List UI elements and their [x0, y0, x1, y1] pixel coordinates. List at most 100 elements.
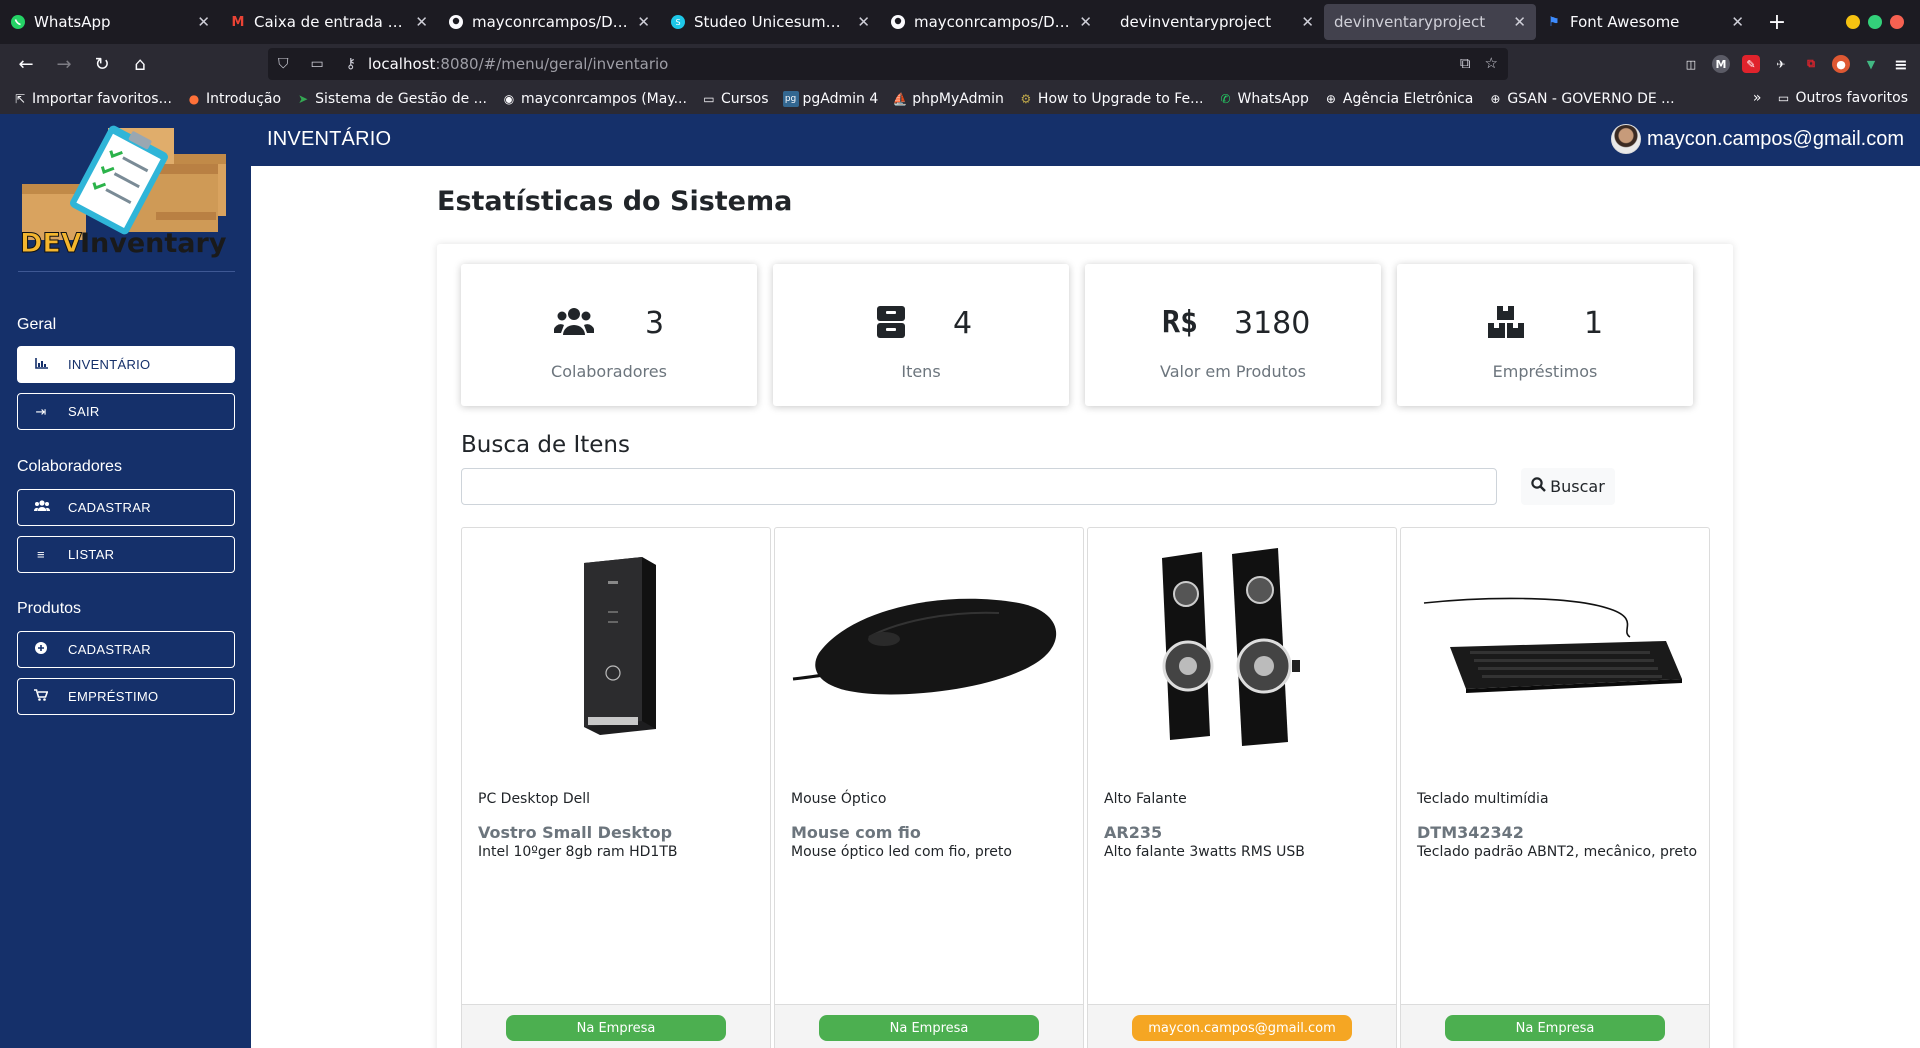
search-input[interactable] — [461, 468, 1497, 505]
vue-devtools-icon[interactable]: ▼ — [1862, 55, 1880, 73]
item-description: Intel 10ºger 8gb ram HD1TB — [478, 844, 678, 860]
minimize-button[interactable] — [1846, 15, 1860, 29]
chevron-double-right-icon[interactable]: » — [1753, 90, 1762, 106]
close-icon[interactable]: ✕ — [1731, 13, 1744, 31]
mouse-image — [785, 546, 1073, 746]
item-card[interactable]: Alto Falante AR235 Alto falante 3watts R… — [1087, 527, 1397, 1048]
app-header: INVENTÁRIO maycon.campos@gmail.com — [0, 114, 1920, 166]
page-icon: ▭ — [310, 56, 324, 72]
arrow-icon: ➤ — [298, 92, 309, 106]
users-icon — [33, 500, 51, 515]
github-icon: ◉ — [503, 92, 515, 106]
bookmark[interactable]: ➤ Sistema de Gestão de ... — [295, 91, 487, 107]
logo-text-dev: DEV — [20, 228, 82, 259]
stat-value: 3180 — [1234, 306, 1311, 341]
status-badge: Na Empresa — [1445, 1015, 1665, 1041]
reload-icon[interactable]: ↻ — [84, 48, 120, 80]
item-card[interactable]: Teclado multimídia DTM342342 Teclado pad… — [1400, 527, 1710, 1048]
bookmark[interactable]: ⛵ phpMyAdmin — [892, 91, 1004, 107]
bookmark[interactable]: ▭ Cursos — [701, 91, 768, 107]
sidebar-item-cadastrar-colaborador[interactable]: CADASTRAR — [17, 489, 235, 526]
bookmark[interactable]: ● Introdução — [186, 91, 281, 107]
item-card-footer: Na Empresa — [1401, 1004, 1709, 1048]
sidebar-section-colaboradores: Colaboradores — [17, 458, 122, 475]
browser-tab[interactable]: WhatsApp ✕ — [0, 0, 220, 44]
pocket-icon[interactable]: ◫ — [1682, 55, 1700, 73]
translate-icon[interactable]: ⧉ — [1460, 54, 1471, 72]
close-icon[interactable]: ✕ — [857, 13, 870, 31]
bookmark[interactable]: ◉ mayconrcampos (May... — [501, 91, 687, 107]
close-window-button[interactable] — [1890, 15, 1904, 29]
other-bookmarks[interactable]: ▭ Outros favoritos — [1776, 90, 1908, 106]
item-category: PC Desktop Dell — [478, 791, 591, 807]
bookmark[interactable]: pg pgAdmin 4 — [782, 91, 878, 107]
bookmark[interactable]: ⚙ How to Upgrade to Fe... — [1018, 91, 1204, 107]
item-category: Teclado multimídia — [1417, 791, 1549, 807]
sidebar-item-label: EMPRÉSTIMO — [68, 689, 159, 704]
close-icon[interactable]: ✕ — [1513, 13, 1526, 31]
browser-tab-active[interactable]: devinventaryproject ✕ — [1324, 4, 1536, 40]
search-button[interactable]: Buscar — [1521, 468, 1615, 505]
page-title: Estatísticas do Sistema — [437, 186, 793, 217]
browser-tab[interactable]: mayconrcampos/DEVInv ✕ — [880, 0, 1102, 44]
sidebar-item-inventario[interactable]: INVENTÁRIO — [17, 346, 235, 383]
header-title: INVENTÁRIO — [267, 128, 392, 150]
item-card[interactable]: Mouse Óptico Mouse com fio Mouse óptico … — [774, 527, 1084, 1048]
sidebar-item-sair[interactable]: ⇥ SAIR — [17, 393, 235, 430]
home-icon[interactable]: ⌂ — [122, 48, 158, 80]
sidebar-item-listar-colaboradores[interactable]: ≡ LISTAR — [17, 536, 235, 573]
cart-icon — [34, 689, 49, 704]
stat-value: 4 — [953, 306, 973, 341]
item-card-footer: maycon.campos@gmail.com — [1088, 1004, 1396, 1048]
user-menu[interactable]: maycon.campos@gmail.com — [1610, 124, 1904, 154]
browser-tab[interactable]: ⚑ Font Awesome ✕ — [1536, 0, 1754, 44]
new-tab-button[interactable]: + — [1762, 10, 1792, 35]
item-name: Vostro Small Desktop — [478, 823, 673, 842]
stat-card-itens: 4 Itens — [773, 264, 1069, 406]
firefox-icon: ● — [188, 92, 200, 106]
search-icon — [1531, 477, 1547, 496]
bookmark[interactable]: ⊕ GSAN - GOVERNO DE ... — [1487, 91, 1674, 107]
bookmark[interactable]: ⇱ Importar favoritos... — [12, 91, 172, 107]
back-icon[interactable]: ← — [8, 48, 44, 80]
browser-tab[interactable]: devinventaryproject ✕ — [1102, 0, 1324, 44]
bookmark-star-icon[interactable]: ☆ — [1485, 54, 1498, 72]
browser-tab[interactable]: M Caixa de entrada (8) - ma ✕ — [220, 0, 438, 44]
bookmark[interactable]: ⊕ Agência Eletrônica — [1323, 91, 1474, 107]
status-badge: Na Empresa — [506, 1015, 726, 1041]
sidebar-item-emprestimo[interactable]: EMPRÉSTIMO — [17, 678, 235, 715]
sidebar-item-label: INVENTÁRIO — [68, 357, 151, 372]
pdf-icon[interactable]: ✎ — [1742, 55, 1760, 73]
duckduckgo-icon[interactable]: ● — [1832, 55, 1850, 73]
status-badge: maycon.campos@gmail.com — [1132, 1015, 1352, 1041]
extension-red-icon[interactable]: ⧉ — [1802, 55, 1820, 73]
stat-value: 3 — [645, 306, 665, 341]
speakers-image — [1098, 546, 1386, 746]
close-icon[interactable]: ✕ — [1301, 13, 1314, 31]
sidebar-item-cadastrar-produto[interactable]: CADASTRAR — [17, 631, 235, 668]
browser-tab[interactable]: mayconrcampos/DEVInv ✕ — [438, 0, 660, 44]
close-icon[interactable]: ✕ — [415, 13, 428, 31]
item-description: Alto falante 3watts RMS USB — [1104, 844, 1305, 860]
sidebar-item-label: SAIR — [68, 404, 100, 419]
item-card[interactable]: PC Desktop Dell Vostro Small Desktop Int… — [461, 527, 771, 1048]
svg-text:S: S — [675, 18, 680, 27]
url-bar[interactable]: ⛉ ▭ ⚷ localhost:8080/#/menu/geral/invent… — [268, 48, 1508, 80]
boxes-icon — [1481, 302, 1531, 342]
browser-tab[interactable]: S Studeo Unicesumar | Am ✕ — [660, 0, 880, 44]
forward-icon[interactable]: → — [46, 48, 82, 80]
folder-icon: ▭ — [1777, 91, 1790, 105]
bookmarks-bar: ⇱ Importar favoritos... ● Introdução ➤ Sist… — [0, 84, 1920, 114]
keyboard-image — [1411, 546, 1699, 746]
whatsapp-icon — [10, 14, 26, 30]
bookmark[interactable]: ✆ WhatsApp — [1217, 91, 1308, 107]
menu-icon[interactable]: ≡ — [1892, 55, 1910, 74]
close-icon[interactable]: ✕ — [637, 13, 650, 31]
close-icon[interactable]: ✕ — [197, 13, 210, 31]
item-name: AR235 — [1104, 823, 1163, 842]
extension-icon[interactable]: ✈ — [1772, 55, 1790, 73]
sidebar-item-label: CADASTRAR — [68, 500, 151, 515]
maximize-button[interactable] — [1868, 15, 1882, 29]
extension-m-icon[interactable]: M — [1712, 55, 1730, 73]
close-icon[interactable]: ✕ — [1079, 13, 1092, 31]
